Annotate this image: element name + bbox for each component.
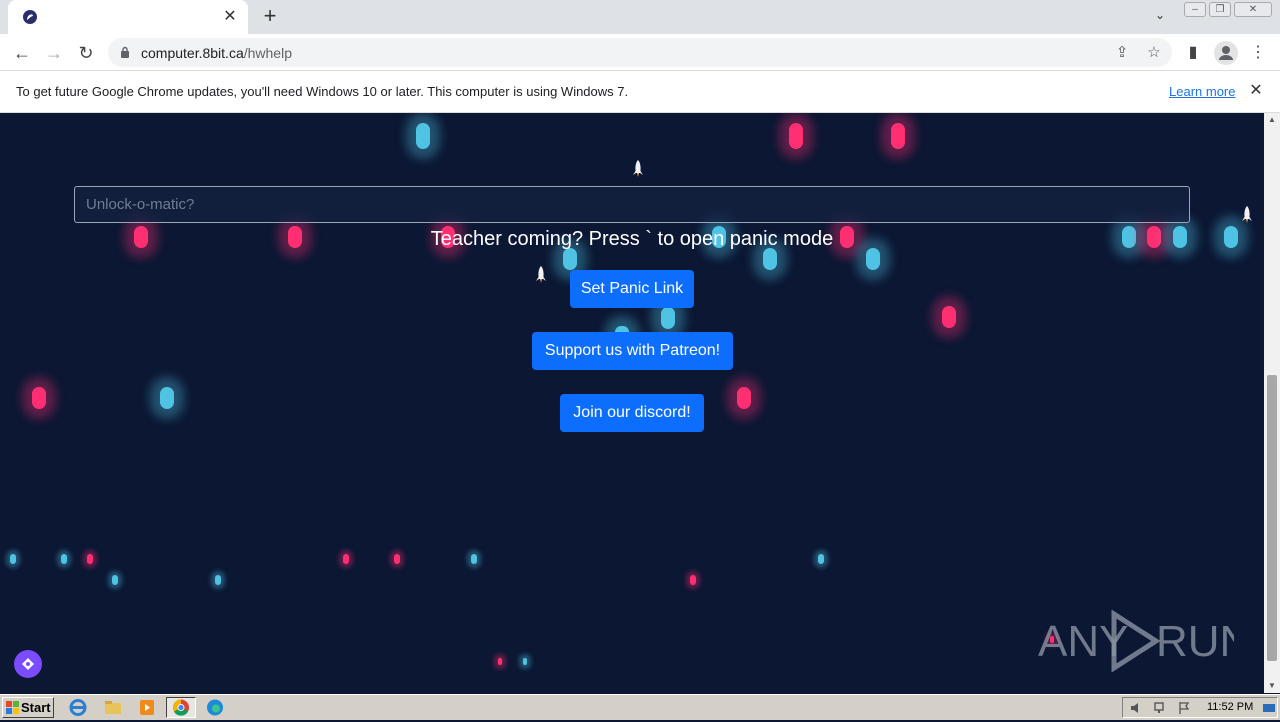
svg-text:RUN: RUN — [1156, 617, 1234, 666]
floating-action-button[interactable] — [14, 650, 42, 678]
start-label: Start — [21, 700, 51, 715]
taskbar-clock[interactable]: 11:52 PM — [1207, 701, 1253, 713]
decor-pill — [891, 123, 905, 149]
page-scrollbar[interactable]: ▲ ▼ — [1264, 113, 1280, 693]
url-host: computer.8bit.ca — [141, 45, 244, 61]
compass-icon — [22, 658, 34, 670]
page-content: Teacher coming? Press ` to open panic mo… — [0, 113, 1264, 693]
decor-pill — [563, 248, 577, 270]
browser-toolbar: ← → ↻ computer.8bit.ca/hwhelp ⇪ ☆ ▮ ⋮ — [0, 34, 1280, 71]
system-tray: 11:52 PM — [1122, 697, 1278, 718]
address-bar[interactable]: computer.8bit.ca/hwhelp ⇪ ☆ — [108, 38, 1172, 67]
decor-pill — [690, 575, 696, 585]
decor-pill — [763, 248, 777, 270]
infobar-message: To get future Google Chrome updates, you… — [16, 84, 629, 99]
decor-pill — [87, 554, 93, 564]
decor-pill — [61, 554, 67, 564]
media-player-icon[interactable] — [135, 697, 159, 718]
decor-pill — [160, 387, 174, 409]
rocket-icon — [536, 266, 546, 283]
chrome-taskbar-button[interactable] — [166, 697, 196, 718]
unlock-search-input[interactable] — [74, 186, 1190, 223]
decor-pill — [498, 658, 502, 665]
forward-button[interactable]: → — [41, 40, 67, 66]
new-tab-button[interactable]: + — [258, 5, 282, 29]
decor-pill — [789, 123, 803, 149]
start-button[interactable]: Start — [2, 697, 54, 718]
decor-pill — [942, 306, 956, 328]
reload-button[interactable]: ↻ — [73, 40, 99, 66]
lock-icon — [121, 46, 129, 58]
anyrun-watermark-logo: ANY RUN — [1038, 610, 1234, 672]
decor-pill — [416, 123, 430, 149]
volume-icon[interactable] — [1129, 701, 1143, 715]
restore-button[interactable]: ❐ — [1209, 2, 1231, 17]
window-close-button[interactable]: ✕ — [1234, 2, 1272, 17]
update-infobar: To get future Google Chrome updates, you… — [0, 71, 1280, 113]
decor-pill — [523, 658, 527, 665]
rocket-icon — [633, 160, 643, 177]
panic-mode-hint: Teacher coming? Press ` to open panic mo… — [430, 228, 834, 250]
url-path: /hwhelp — [243, 45, 292, 61]
patreon-button[interactable]: Support us with Patreon! — [532, 332, 733, 370]
set-panic-link-button[interactable]: Set Panic Link — [570, 270, 694, 308]
decor-pill — [10, 554, 16, 564]
infobar-close-icon[interactable]: ✕ — [1246, 81, 1266, 101]
scrollbar-thumb[interactable] — [1267, 375, 1277, 661]
decor-pill — [471, 554, 477, 564]
tab-search-icon[interactable]: ⌄ — [1150, 8, 1170, 26]
network-icon[interactable] — [1153, 701, 1167, 715]
internet-explorer-icon[interactable] — [66, 697, 90, 718]
decor-pill — [818, 554, 824, 564]
action-center-flag-icon[interactable] — [1177, 701, 1191, 715]
file-explorer-icon[interactable] — [101, 697, 125, 718]
decor-pill — [32, 387, 46, 409]
minimize-button[interactable]: – — [1184, 2, 1206, 17]
url-text: computer.8bit.ca/hwhelp — [141, 45, 292, 61]
decor-pill — [866, 248, 880, 270]
decor-pill — [661, 307, 675, 329]
share-icon[interactable]: ⇪ — [1112, 43, 1132, 63]
rocket-icon — [1242, 206, 1252, 223]
scroll-down-icon[interactable]: ▼ — [1264, 679, 1280, 693]
windows-taskbar: Start 11:52 PM — [0, 694, 1280, 720]
profile-avatar[interactable] — [1214, 41, 1238, 65]
tab-strip: ✕ + ⌄ – ❐ ✕ — [0, 0, 1280, 34]
profile-icon — [1219, 46, 1233, 60]
browser-tab[interactable]: ✕ — [8, 0, 248, 34]
decor-pill — [394, 554, 400, 564]
back-button[interactable]: ← — [9, 40, 35, 66]
site-favicon-icon — [23, 10, 37, 24]
windows-logo-icon — [6, 701, 19, 714]
learn-more-link[interactable]: Learn more — [1169, 84, 1235, 99]
side-panel-icon[interactable]: ▮ — [1181, 41, 1205, 65]
decor-pill — [343, 554, 349, 564]
chrome-menu-icon[interactable]: ⋮ — [1246, 41, 1270, 65]
chrome-icon — [172, 699, 189, 716]
tab-close-icon[interactable]: ✕ — [220, 7, 240, 27]
discord-button[interactable]: Join our discord! — [560, 394, 704, 432]
decor-pill — [112, 575, 118, 585]
decor-pill — [737, 387, 751, 409]
edge-icon[interactable] — [203, 697, 227, 718]
decor-pill — [215, 575, 221, 585]
scroll-up-icon[interactable]: ▲ — [1264, 113, 1280, 127]
bookmark-star-icon[interactable]: ☆ — [1144, 43, 1164, 63]
show-desktop-icon[interactable] — [1262, 701, 1276, 715]
